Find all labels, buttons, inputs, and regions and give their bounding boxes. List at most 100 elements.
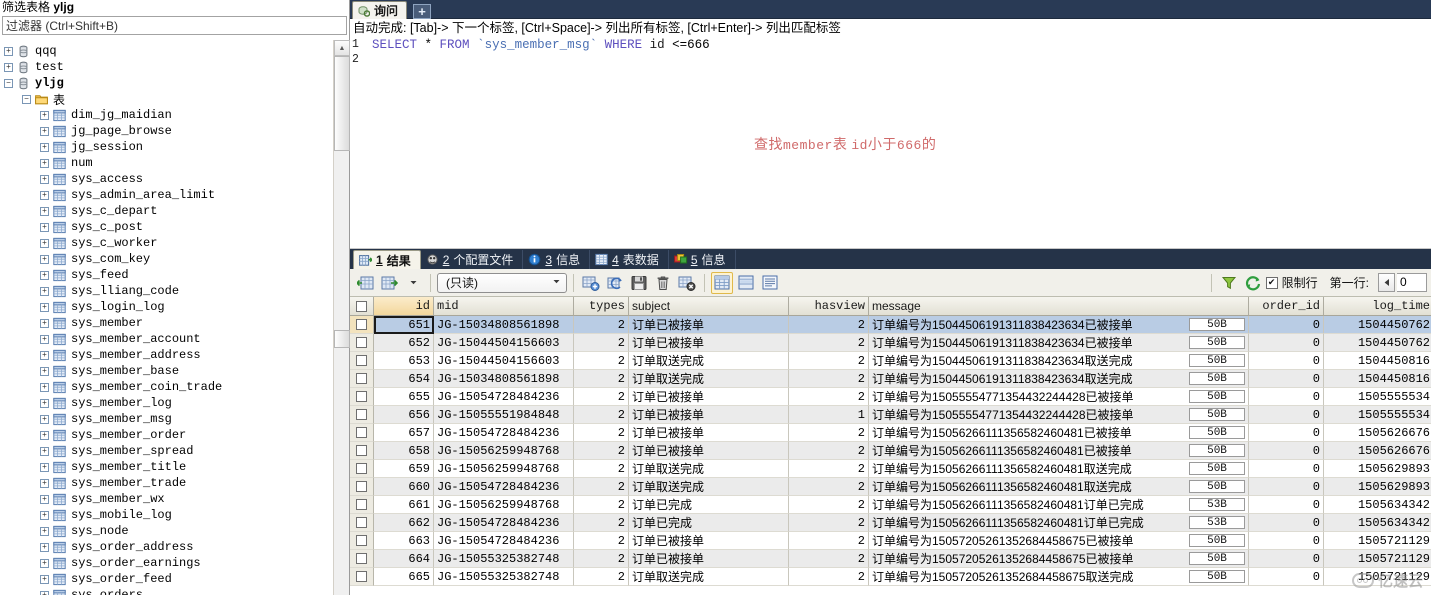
cell-subject[interactable]: 订单已完成 [629,514,789,532]
cell-id[interactable]: 665 [374,568,434,586]
cell-order-id[interactable]: 0 [1249,370,1324,388]
row-select-checkbox[interactable] [350,568,374,586]
expand-toggle-icon[interactable]: + [40,190,49,200]
cell-order-id[interactable]: 0 [1249,352,1324,370]
cell-order-id[interactable]: 0 [1249,514,1324,532]
table-row[interactable]: 664 JG-15055325382748 2 订单已被接单 2 订单编号为1505720… [350,550,1431,568]
table-row[interactable]: 665 JG-15055325382748 2 订单取送完成 2 订单编号为1505720… [350,568,1431,586]
new-query-tab-button[interactable]: + [413,4,432,19]
cell-log-time[interactable]: 1504450762 [1324,316,1431,334]
cell-id[interactable]: 656 [374,406,434,424]
row-select-checkbox[interactable] [350,442,374,460]
result-tab-4[interactable]: 4 表数据 [590,250,669,269]
tree-item-sys_feed[interactable]: + sys_feed [0,267,333,283]
cell-mid[interactable]: JG-15054728484236 [434,478,574,496]
row-select-checkbox[interactable] [350,406,374,424]
cell-subject[interactable]: 订单已被接单 [629,442,789,460]
expand-toggle-icon[interactable]: + [40,126,49,136]
expand-toggle-icon[interactable]: + [40,222,49,232]
expand-toggle-icon[interactable]: + [40,302,49,312]
row-select-checkbox[interactable] [350,316,374,334]
tree-item-sys_mobile_log[interactable]: + sys_mobile_log [0,507,333,523]
save-record-button[interactable] [628,272,650,294]
cell-hasview[interactable]: 1 [789,406,869,424]
cell-id[interactable]: 660 [374,478,434,496]
tree-item-sys_member_order[interactable]: + sys_member_order [0,427,333,443]
expand-toggle-icon[interactable]: + [40,590,49,595]
result-tab-2[interactable]: 2 个配置文件 [421,250,524,269]
cell-order-id[interactable]: 0 [1249,478,1324,496]
cell-id[interactable]: 652 [374,334,434,352]
expand-toggle-icon[interactable]: + [40,318,49,328]
cell-subject[interactable]: 订单已被接单 [629,388,789,406]
cell-hasview[interactable]: 2 [789,568,869,586]
database-tree[interactable]: + qqq + test − yljg − 表 + dim_jg_maidian + jg_page_… [0,40,349,595]
cell-id[interactable]: 662 [374,514,434,532]
cell-order-id[interactable]: 0 [1249,406,1324,424]
tree-item-num[interactable]: + num [0,155,333,171]
cell-mid[interactable]: JG-15055551984848 [434,406,574,424]
tree-item-sys_c_worker[interactable]: + sys_c_worker [0,235,333,251]
cell-log-time[interactable]: 1505626676 [1324,442,1431,460]
cell-types[interactable]: 2 [574,442,629,460]
cell-mid[interactable]: JG-15034808561898 [434,316,574,334]
cell-message[interactable]: 订单编号为15056266111356582460481取送完成 50B [869,478,1249,496]
cell-mid[interactable]: JG-15044504156603 [434,352,574,370]
cell-order-id[interactable]: 0 [1249,532,1324,550]
cell-subject[interactable]: 订单已被接单 [629,424,789,442]
cell-log-time[interactable]: 1504450816 [1324,370,1431,388]
expand-toggle-icon[interactable]: + [40,366,49,376]
cell-log-time[interactable]: 1505634342 [1324,496,1431,514]
cell-mid[interactable]: JG-15044504156603 [434,334,574,352]
cell-id[interactable]: 653 [374,352,434,370]
cell-subject[interactable]: 订单取送完成 [629,478,789,496]
cell-hasview[interactable]: 2 [789,532,869,550]
cell-message[interactable]: 订单编号为1504450619131183842363​4已被接单 50B [869,316,1249,334]
tree-item-sys_member_log[interactable]: + sys_member_log [0,395,333,411]
expand-toggle-icon[interactable]: + [40,494,49,504]
cell-log-time[interactable]: 1505629893 [1324,478,1431,496]
expand-toggle-icon[interactable]: + [40,462,49,472]
cell-log-time[interactable]: 1505721129 [1324,532,1431,550]
cell-subject[interactable]: 订单已完成 [629,496,789,514]
cell-log-time[interactable]: 1504450762 [1324,334,1431,352]
cell-message[interactable]: 订单编号为15044506191311838423634取送完成 50B [869,352,1249,370]
expand-toggle-icon[interactable]: + [40,286,49,296]
tree-item-sys_member_account[interactable]: + sys_member_account [0,331,333,347]
expand-toggle-icon[interactable]: + [40,414,49,424]
cell-subject[interactable]: 订单已被接单 [629,550,789,568]
tree-item-sys_order_feed[interactable]: + sys_order_feed [0,571,333,587]
cell-types[interactable]: 2 [574,370,629,388]
limit-rows-checkbox[interactable]: ✔ [1265,276,1278,289]
cell-log-time[interactable]: 1504450816 [1324,352,1431,370]
cell-hasview[interactable]: 2 [789,370,869,388]
edit-mode-select[interactable]: (只读) [437,272,567,293]
cell-message[interactable]: 订单编号为15057205261352684458675已被接单 50B [869,532,1249,550]
cell-message[interactable]: 订单编号为15057205261352684458675取送完成 50B [869,568,1249,586]
expand-toggle-icon[interactable]: + [40,270,49,280]
cell-message[interactable]: 订单编号为15056266111356582460481已被接单 50B [869,424,1249,442]
expand-toggle-icon[interactable]: + [40,574,49,584]
reload-button[interactable] [1242,272,1264,294]
tree-item-sys_com_key[interactable]: + sys_com_key [0,251,333,267]
tree-item-sys_c_post[interactable]: + sys_c_post [0,219,333,235]
cell-log-time[interactable]: 1505555534 [1324,388,1431,406]
collapse-toggle-icon[interactable]: − [22,94,31,104]
cell-subject[interactable]: 订单取送完成 [629,370,789,388]
tree-item-sys_member_coin_trade[interactable]: + sys_member_coin_trade [0,379,333,395]
row-select-checkbox[interactable] [350,514,374,532]
row-select-checkbox[interactable] [350,478,374,496]
expand-toggle-icon[interactable]: + [40,334,49,344]
tree-item-sys_orders[interactable]: + sys_orders [0,587,333,595]
cell-subject[interactable]: 订单已被接单 [629,532,789,550]
expand-toggle-icon[interactable]: + [40,110,49,120]
tree-item-sys_member_msg[interactable]: + sys_member_msg [0,411,333,427]
expand-toggle-icon[interactable]: + [40,142,49,152]
cell-id[interactable]: 654 [374,370,434,388]
table-row[interactable]: 662 JG-15054728484236 2 订单已完成 2 订单编号为15056266… [350,514,1431,532]
tree-item-sys_admin_area_limit[interactable]: + sys_admin_area_limit [0,187,333,203]
table-row[interactable]: 656 JG-15055551984848 2 订单已被接单 1 订单编号为1505555… [350,406,1431,424]
row-select-checkbox[interactable] [350,370,374,388]
tree-item-sys_node[interactable]: + sys_node [0,523,333,539]
cell-types[interactable]: 2 [574,532,629,550]
